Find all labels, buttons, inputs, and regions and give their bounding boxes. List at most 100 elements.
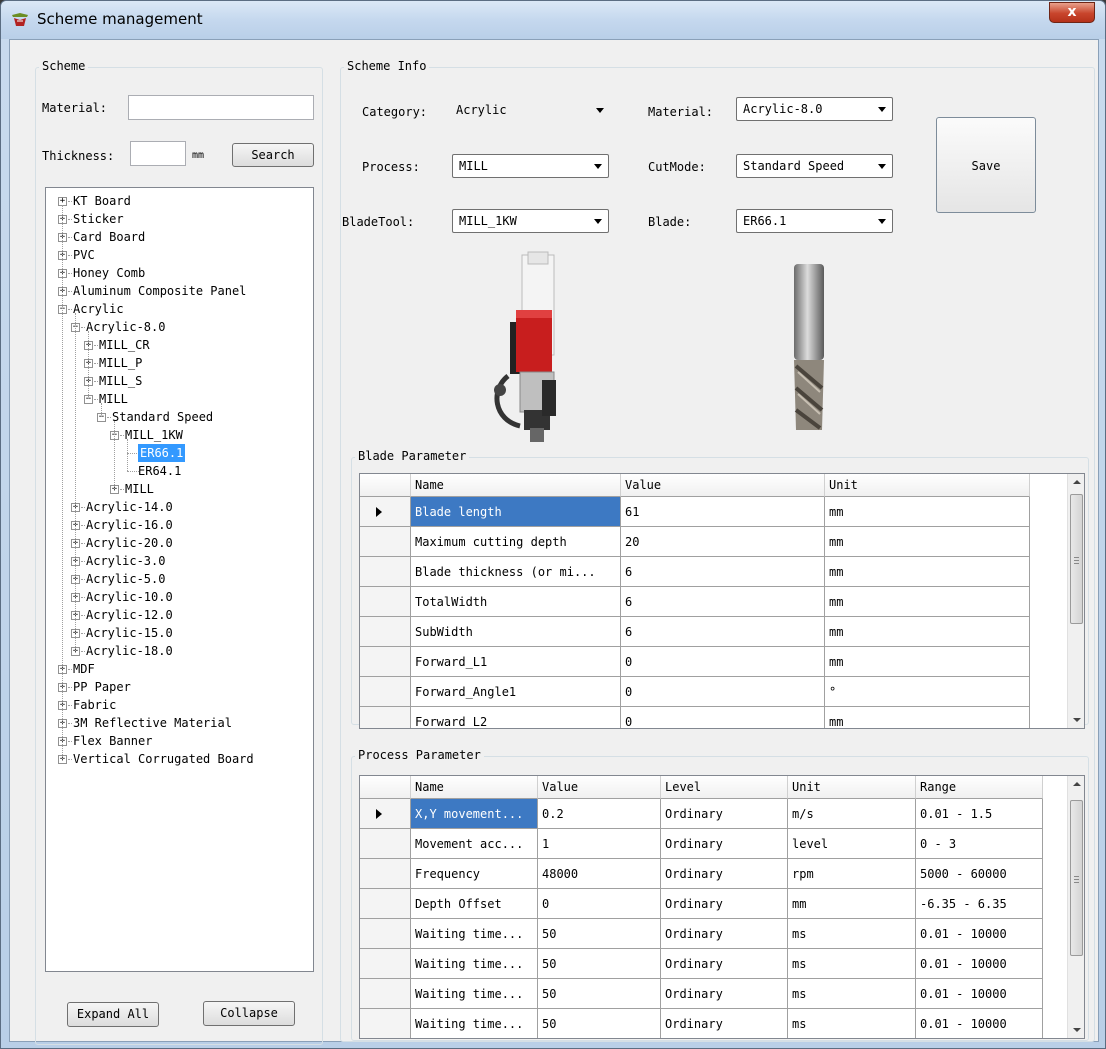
row-header[interactable] [360,617,411,647]
tree-node-label[interactable]: Acrylic-3.0 [86,552,165,570]
table-cell[interactable]: 48000 [538,859,661,889]
table-cell[interactable]: -6.35 - 6.35 [916,889,1043,919]
tree-node-label[interactable]: Sticker [73,210,124,228]
table-cell[interactable]: Ordinary [661,799,788,829]
cutmode-select[interactable]: Standard Speed [736,154,893,178]
table-cell[interactable]: Ordinary [661,1009,788,1038]
table-cell[interactable]: mm [825,617,1030,647]
table-cell[interactable]: 0 [621,677,825,707]
tree-node-label[interactable]: MILL_1KW [125,426,183,444]
row-header[interactable] [360,949,411,979]
table-cell[interactable]: Ordinary [661,919,788,949]
table-cell[interactable]: 6 [621,557,825,587]
column-header[interactable]: Name [411,474,621,497]
table-cell[interactable]: m/s [788,799,916,829]
tree-node[interactable]: + Acrylic-5.0 [46,570,313,588]
row-header[interactable] [360,677,411,707]
tree-node[interactable]: + Vertical Corrugated Board [46,750,313,768]
tree-node-label[interactable]: MILL [99,390,128,408]
table-cell[interactable]: 0 [621,647,825,677]
tree-node-label[interactable]: Acrylic [73,300,124,318]
tree-node-label[interactable]: Flex Banner [73,732,152,750]
table-cell[interactable]: Ordinary [661,949,788,979]
tree-node-label[interactable]: Acrylic-20.0 [86,534,173,552]
title-bar[interactable]: Scheme management x [1,1,1105,39]
tree-node-label[interactable]: 3M Reflective Material [73,714,232,732]
column-header[interactable]: Level [661,776,788,799]
search-button[interactable]: Search [232,143,314,167]
tree-node[interactable]: + Acrylic-15.0 [46,624,313,642]
scroll-up-button[interactable] [1068,776,1084,793]
tree-node[interactable]: + Honey Comb [46,264,313,282]
tree-node-label[interactable]: KT Board [73,192,131,210]
category-select[interactable]: Acrylic [450,99,610,123]
tree-node[interactable]: + Sticker [46,210,313,228]
tree-node[interactable]: + Card Board [46,228,313,246]
table-cell[interactable]: 1 [538,829,661,859]
tree-node[interactable]: + Acrylic-20.0 [46,534,313,552]
material-search-input[interactable] [128,95,314,120]
tree-node-label[interactable]: Acrylic-14.0 [86,498,173,516]
table-cell[interactable]: 0.01 - 10000 [916,979,1043,1009]
table-cell[interactable]: mm [788,889,916,919]
save-button[interactable]: Save [936,117,1036,213]
tree-node-label[interactable]: Acrylic-10.0 [86,588,173,606]
tree-node-label[interactable]: Acrylic-18.0 [86,642,173,660]
row-header[interactable] [360,799,411,829]
row-header[interactable] [360,707,411,728]
table-cell[interactable]: mm [825,497,1030,527]
column-header[interactable]: Value [538,776,661,799]
material-select[interactable]: Acrylic-8.0 [736,97,893,121]
column-header[interactable]: Value [621,474,825,497]
tree-node-label[interactable]: Acrylic-15.0 [86,624,173,642]
tree-node-label[interactable]: Acrylic-5.0 [86,570,165,588]
table-cell[interactable]: mm [825,647,1030,677]
tree-node-label[interactable]: MILL_S [99,372,142,390]
table-cell[interactable]: mm [825,557,1030,587]
scroll-down-button[interactable] [1068,711,1084,728]
column-header[interactable]: Range [916,776,1043,799]
tree-node[interactable]: + MILL_S [46,372,313,390]
table-cell[interactable]: Waiting time... [411,1009,538,1038]
table-cell[interactable]: 0.2 [538,799,661,829]
table-cell[interactable]: TotalWidth [411,587,621,617]
table-cell[interactable]: Forward_Angle1 [411,677,621,707]
table-cell[interactable]: 0.01 - 10000 [916,949,1043,979]
tree-node-label[interactable]: Acrylic-8.0 [86,318,165,336]
tree-node[interactable]: ER66.1 [46,444,313,462]
tree-node-label[interactable]: ER66.1 [138,444,186,462]
tree-node-label[interactable]: PVC [73,246,95,264]
tree-node[interactable]: + Acrylic-18.0 [46,642,313,660]
row-header[interactable] [360,557,411,587]
tree-node[interactable]: + KT Board [46,192,313,210]
table-cell[interactable]: rpm [788,859,916,889]
table-cell[interactable]: mm [825,587,1030,617]
table-cell[interactable]: 0.01 - 10000 [916,919,1043,949]
tree-node[interactable]: + Acrylic-12.0 [46,606,313,624]
row-header[interactable] [360,919,411,949]
scroll-thumb[interactable] [1070,800,1083,956]
table-cell[interactable]: mm [825,707,1030,728]
tree-node[interactable]: + Acrylic-16.0 [46,516,313,534]
table-cell[interactable]: Forward_L1 [411,647,621,677]
column-header[interactable]: Unit [825,474,1030,497]
table-cell[interactable]: Depth Offset [411,889,538,919]
tree-node[interactable]: − Acrylic [46,300,313,318]
table-cell[interactable]: Frequency [411,859,538,889]
row-header[interactable] [360,497,411,527]
table-cell[interactable]: ms [788,1009,916,1038]
table-cell[interactable]: ms [788,979,916,1009]
table-cell[interactable]: 50 [538,1009,661,1038]
blade-select[interactable]: ER66.1 [736,209,893,233]
tree-node[interactable]: + Acrylic-14.0 [46,498,313,516]
table-cell[interactable]: 20 [621,527,825,557]
table-cell[interactable]: Waiting time... [411,979,538,1009]
tree-node[interactable]: + MILL_P [46,354,313,372]
tree-node[interactable]: − Standard Speed [46,408,313,426]
table-cell[interactable]: 6 [621,587,825,617]
table-cell[interactable]: Movement acc... [411,829,538,859]
table-cell[interactable]: Ordinary [661,889,788,919]
row-header[interactable] [360,859,411,889]
table-cell[interactable]: 50 [538,949,661,979]
table-cell[interactable]: 0 - 3 [916,829,1043,859]
